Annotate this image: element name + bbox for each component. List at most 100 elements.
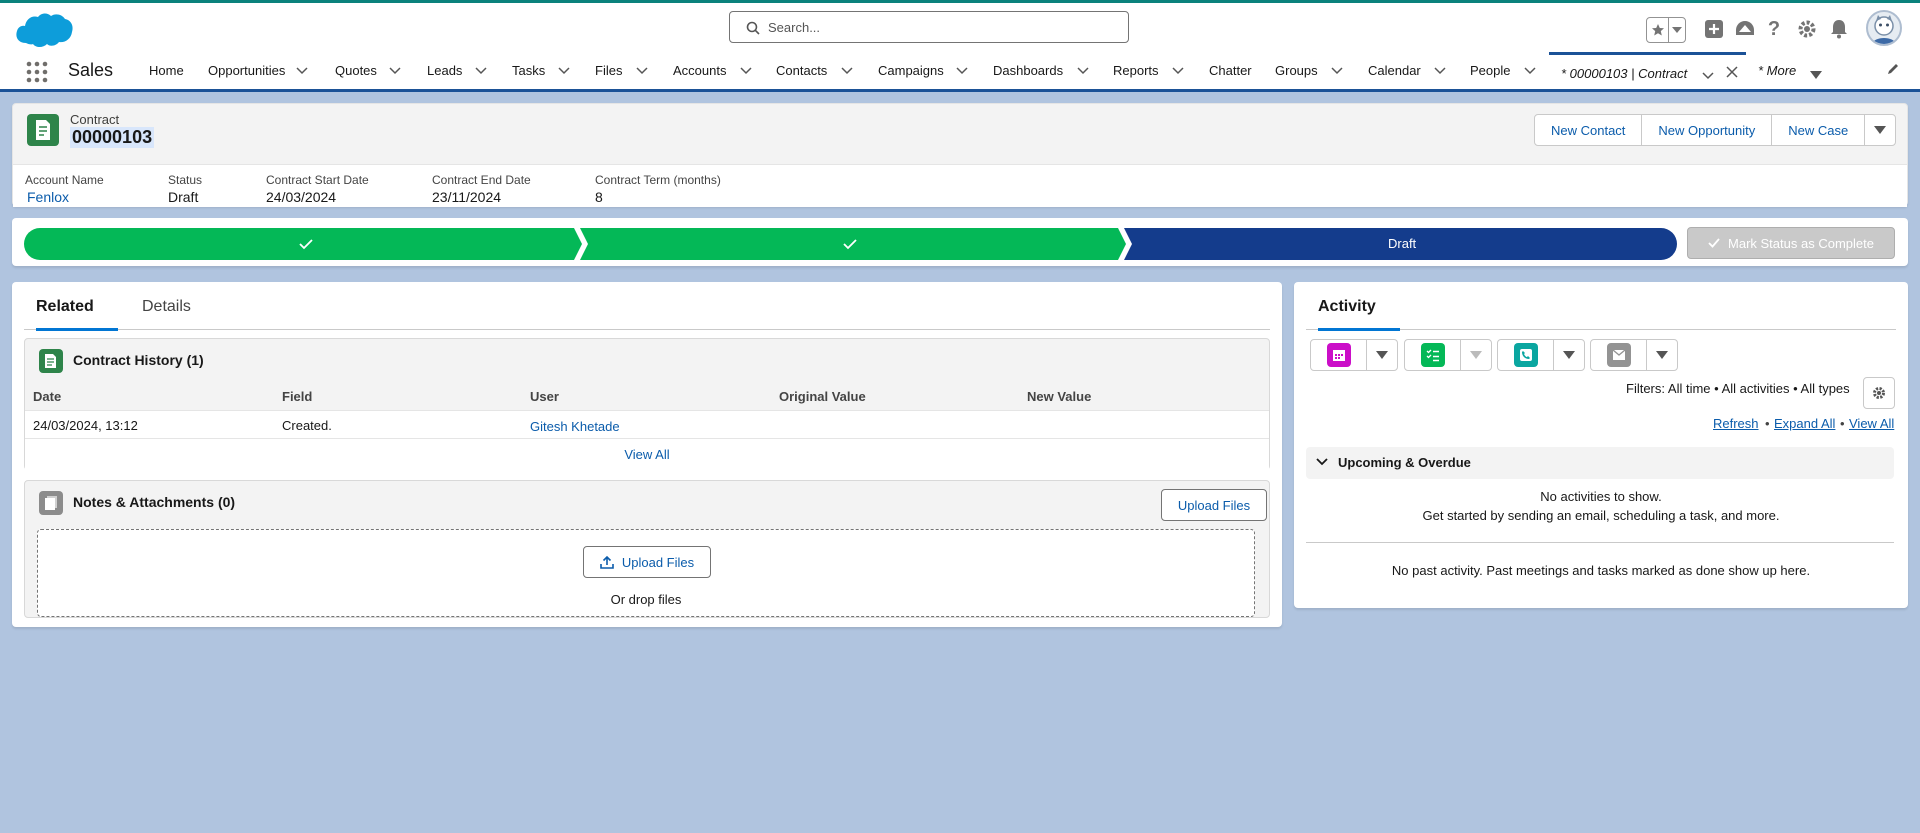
help-icon[interactable]: ? <box>1762 17 1786 41</box>
setup-gear-icon[interactable] <box>1795 17 1819 41</box>
send-email-button[interactable] <box>1591 340 1647 370</box>
chevron-down-icon[interactable] <box>739 65 753 77</box>
tab-related[interactable]: Related <box>36 298 118 331</box>
new-task-button[interactable] <box>1405 340 1461 370</box>
chevron-down-icon[interactable] <box>474 65 488 77</box>
nav-item-reports[interactable]: Reports <box>1113 52 1159 89</box>
chevron-down-icon[interactable] <box>955 65 969 77</box>
global-header: ? <box>0 0 1920 52</box>
notifications-bell-icon[interactable] <box>1827 17 1851 41</box>
nav-item-home[interactable]: Home <box>149 52 184 89</box>
nav-item-dashboards[interactable]: Dashboards <box>993 52 1063 89</box>
no-activities-text: No activities to show. <box>1540 489 1662 504</box>
nav-item-groups[interactable]: Groups <box>1275 52 1318 89</box>
highlights-fields: Account Name Fenlox Status Draft Contrac… <box>13 164 1907 207</box>
more-tabs[interactable]: * More <box>1758 63 1796 78</box>
new-contact-button[interactable]: New Contact <box>1535 115 1643 145</box>
task-checklist-icon <box>1420 343 1445 367</box>
column-header-original-value[interactable]: Original Value <box>779 389 866 404</box>
account-name-link[interactable]: Fenlox <box>27 189 69 205</box>
field-label: Status <box>168 173 203 187</box>
nav-item-chatter[interactable]: Chatter <box>1209 52 1252 89</box>
trailhead-icon[interactable] <box>1733 17 1757 41</box>
new-event-button[interactable] <box>1311 340 1367 370</box>
related-tabs: Related Details <box>24 282 1270 331</box>
field-value: 8 <box>595 189 603 205</box>
nav-item-quotes[interactable]: Quotes <box>335 52 377 89</box>
nav-item-people[interactable]: People <box>1470 52 1510 89</box>
tab-activity[interactable]: Activity <box>1318 298 1400 331</box>
contract-history-title[interactable]: Contract History (1) <box>73 352 204 368</box>
filter-settings-gear-icon[interactable] <box>1863 377 1895 409</box>
file-drop-zone[interactable]: Upload Files Or drop files <box>37 529 1255 617</box>
separator-dot: • <box>1840 416 1845 431</box>
caret-down-icon[interactable] <box>1647 340 1677 370</box>
caret-down-icon <box>1874 126 1887 134</box>
chevron-down-icon[interactable] <box>557 65 571 77</box>
nav-item-contacts[interactable]: Contacts <box>776 52 827 89</box>
search-input[interactable] <box>768 17 1108 37</box>
global-actions-icon[interactable] <box>1702 17 1726 41</box>
edit-nav-pencil-icon[interactable] <box>1886 62 1900 79</box>
caret-down-icon[interactable] <box>1810 67 1822 82</box>
contract-history-card: Contract History (1) Date Field User Ori… <box>24 338 1270 470</box>
expand-all-link[interactable]: Expand All <box>1774 416 1835 431</box>
caret-down-icon[interactable] <box>1367 340 1397 370</box>
nav-item-accounts[interactable]: Accounts <box>673 52 726 89</box>
caret-down-icon[interactable] <box>1554 340 1584 370</box>
mark-status-complete-button[interactable]: Mark Status as Complete <box>1687 227 1895 259</box>
chevron-down-icon[interactable] <box>1702 68 1714 83</box>
star-icon[interactable] <box>1647 18 1669 42</box>
nav-item-calendar[interactable]: Calendar <box>1368 52 1421 89</box>
app-launcher-icon[interactable] <box>26 61 48 83</box>
app-navigation-bar: Sales Home Opportunities Quotes Leads Ta… <box>0 52 1920 92</box>
log-call-button[interactable] <box>1498 340 1554 370</box>
user-avatar[interactable] <box>1866 10 1902 46</box>
upcoming-overdue-section[interactable]: Upcoming & Overdue <box>1306 447 1894 479</box>
chevron-down-icon[interactable] <box>1523 65 1537 77</box>
cell-user-link[interactable]: Gitesh Khetade <box>530 419 620 434</box>
nav-item-campaigns[interactable]: Campaigns <box>878 52 944 89</box>
caret-down-icon[interactable] <box>1461 340 1491 370</box>
search-icon <box>746 21 760 35</box>
field-label: Account Name <box>25 173 104 187</box>
column-header-user[interactable]: User <box>530 389 559 404</box>
more-actions-dropdown[interactable] <box>1865 115 1895 145</box>
tab-contract-record[interactable]: * 00000103 | Contract <box>1549 52 1746 89</box>
chevron-down-icon[interactable] <box>1076 65 1090 77</box>
cell-field: Created. <box>282 418 332 433</box>
phone-icon <box>1513 343 1538 367</box>
activity-filters-text: Filters: All time • All activities • All… <box>1626 381 1850 396</box>
new-opportunity-button[interactable]: New Opportunity <box>1642 115 1773 145</box>
refresh-link[interactable]: Refresh <box>1713 416 1759 431</box>
history-view-all-link[interactable]: View All <box>25 447 1269 462</box>
chevron-down-icon[interactable] <box>840 65 854 77</box>
path-stage-1 <box>24 228 582 260</box>
global-search[interactable] <box>729 11 1129 43</box>
column-header-new-value[interactable]: New Value <box>1027 389 1091 404</box>
nav-item-leads[interactable]: Leads <box>427 52 462 89</box>
nav-item-files[interactable]: Files <box>595 52 622 89</box>
view-all-link[interactable]: View All <box>1849 416 1894 431</box>
chevron-down-icon[interactable] <box>1433 65 1447 77</box>
tab-details[interactable]: Details <box>142 298 191 328</box>
chevron-down-icon[interactable] <box>635 65 649 77</box>
chevron-down-icon[interactable] <box>1669 18 1685 42</box>
column-header-date[interactable]: Date <box>33 389 61 404</box>
cell-date: 24/03/2024, 13:12 <box>33 418 138 433</box>
chevron-down-icon[interactable] <box>1171 65 1185 77</box>
path-current-label[interactable]: Draft <box>1388 236 1416 251</box>
nav-item-opportunities[interactable]: Opportunities <box>208 52 285 89</box>
notes-attachments-title[interactable]: Notes & Attachments (0) <box>73 494 235 510</box>
chevron-down-icon[interactable] <box>295 65 309 77</box>
column-header-field[interactable]: Field <box>282 389 312 404</box>
drop-upload-files-button[interactable]: Upload Files <box>583 546 711 578</box>
upload-files-button[interactable]: Upload Files <box>1161 489 1267 521</box>
salesforce-logo-icon[interactable] <box>14 9 74 54</box>
new-case-button[interactable]: New Case <box>1772 115 1866 145</box>
chevron-down-icon[interactable] <box>388 65 402 77</box>
nav-item-tasks[interactable]: Tasks <box>512 52 545 89</box>
favorites-button[interactable] <box>1646 17 1686 43</box>
chevron-down-icon[interactable] <box>1330 65 1344 77</box>
close-icon[interactable] <box>1726 66 1738 81</box>
